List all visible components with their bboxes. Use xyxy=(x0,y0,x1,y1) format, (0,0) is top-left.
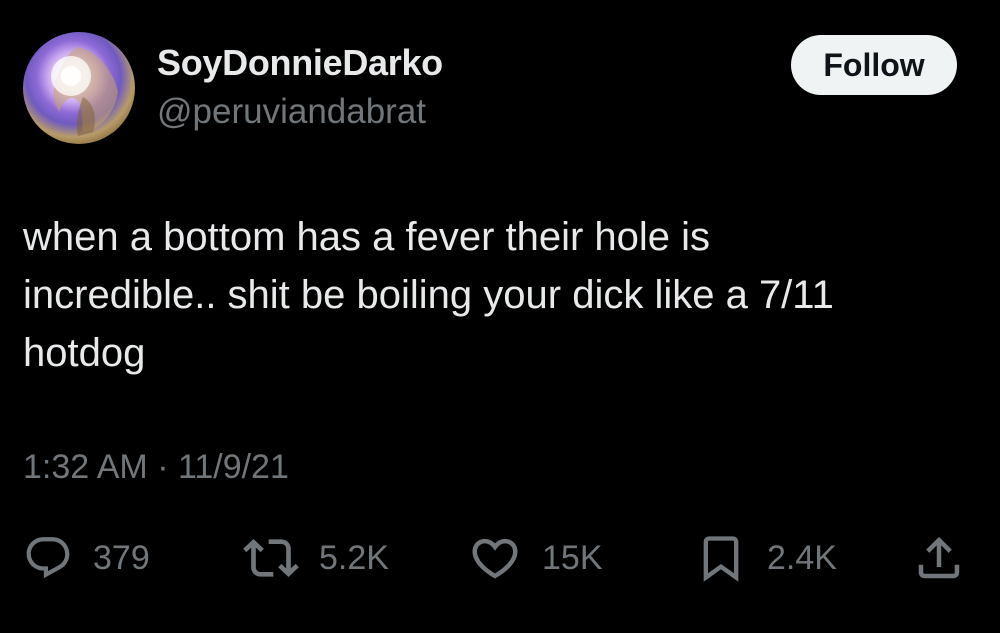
like-count: 15K xyxy=(542,538,603,577)
reply-count: 379 xyxy=(93,538,150,577)
tweet-text-line: when a bottom has a fever their hole is xyxy=(23,215,711,259)
tweet-card: SoyDonnieDarko @peruviandabrat Follow wh… xyxy=(0,0,1000,633)
bookmark-button[interactable]: 2.4K xyxy=(695,530,837,586)
share-button[interactable] xyxy=(912,530,966,586)
tweet-text-line: incredible.. shit be boiling your dick l… xyxy=(23,273,834,317)
reply-button[interactable]: 379 xyxy=(23,530,150,586)
retweet-icon xyxy=(243,539,299,577)
reply-icon xyxy=(26,537,70,579)
retweet-count: 5.2K xyxy=(319,538,389,577)
avatar-image xyxy=(51,47,118,136)
like-button[interactable]: 15K xyxy=(468,530,603,586)
follow-button[interactable]: Follow xyxy=(791,35,957,95)
user-handle[interactable]: @peruviandabrat xyxy=(157,92,426,132)
bookmark-count: 2.4K xyxy=(767,538,837,577)
share-icon xyxy=(918,536,960,579)
tweet-timestamp[interactable]: 1:32 AM · 11/9/21 xyxy=(23,448,289,487)
tweet-text-line: hotdog xyxy=(23,331,146,375)
bookmark-icon xyxy=(703,536,739,582)
display-name[interactable]: SoyDonnieDarko xyxy=(157,42,443,84)
heart-icon xyxy=(472,538,518,579)
retweet-button[interactable]: 5.2K xyxy=(243,530,389,586)
tweet-text: when a bottom has a fever their hole is … xyxy=(23,208,963,382)
avatar[interactable] xyxy=(23,32,135,144)
